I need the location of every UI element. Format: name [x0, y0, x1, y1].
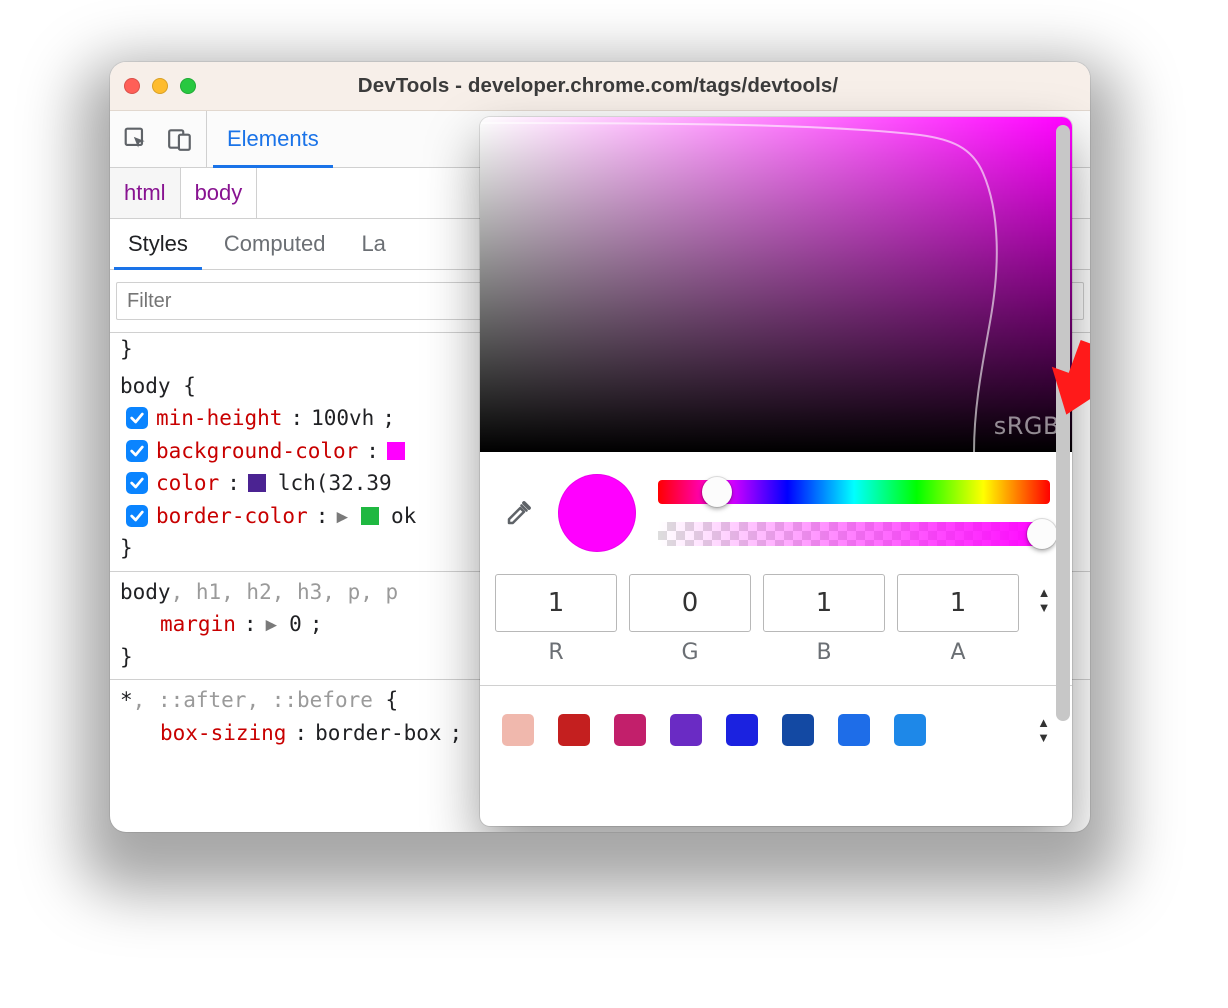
gamut-label: sRGB	[994, 412, 1060, 440]
property-name[interactable]: box-sizing	[160, 717, 286, 750]
titlebar: DevTools - developer.chrome.com/tags/dev…	[110, 62, 1090, 111]
breadcrumb-html[interactable]: html	[110, 168, 181, 218]
palette-swatch[interactable]	[838, 714, 870, 746]
property-name[interactable]: border-color	[156, 500, 308, 533]
device-toggle-icon[interactable]	[166, 125, 194, 153]
color-swatch[interactable]	[248, 474, 266, 492]
inspect-element-icon[interactable]	[122, 125, 150, 153]
property-value[interactable]: 100vh	[311, 402, 374, 435]
eyedropper-icon[interactable]	[502, 496, 536, 530]
palette-swatch[interactable]	[782, 714, 814, 746]
color-value-row: R G B A ▲▼	[480, 560, 1072, 665]
window: DevTools - developer.chrome.com/tags/dev…	[110, 62, 1090, 832]
color-b-label: B	[816, 640, 831, 665]
color-swatch[interactable]	[387, 442, 405, 460]
enable-checkbox[interactable]	[126, 407, 148, 429]
property-name[interactable]: margin	[160, 608, 236, 641]
enable-checkbox[interactable]	[126, 505, 148, 527]
color-r-input[interactable]	[495, 574, 617, 632]
tab-elements[interactable]: Elements	[207, 111, 339, 167]
property-name[interactable]: background-color	[156, 435, 358, 468]
color-a-label: A	[950, 640, 965, 665]
enable-checkbox[interactable]	[126, 472, 148, 494]
subtab-layout[interactable]: La	[343, 219, 403, 269]
property-value[interactable]: border-box	[315, 717, 441, 750]
property-name[interactable]: min-height	[156, 402, 282, 435]
color-swatch[interactable]	[361, 507, 379, 525]
property-value[interactable]: lch(32.39	[278, 467, 392, 500]
color-b-input[interactable]	[763, 574, 885, 632]
color-r-label: R	[548, 640, 563, 665]
picker-scrollbar[interactable]	[1056, 125, 1070, 818]
alpha-slider-knob[interactable]	[1027, 519, 1057, 549]
expand-triangle-icon[interactable]: ▶	[265, 610, 276, 639]
color-picker: sRGB R	[480, 117, 1072, 826]
palette-row: ▲▼	[480, 685, 1072, 746]
color-g-input[interactable]	[629, 574, 751, 632]
color-spectrum[interactable]: sRGB	[480, 117, 1072, 452]
palette-swatch[interactable]	[726, 714, 758, 746]
color-mode-switch[interactable]: ▲▼	[1034, 574, 1054, 614]
window-title: DevTools - developer.chrome.com/tags/dev…	[120, 74, 1076, 98]
color-g-label: G	[681, 640, 698, 665]
selected-color-swatch[interactable]	[558, 474, 636, 552]
hue-slider[interactable]	[658, 480, 1050, 504]
color-a-input[interactable]	[897, 574, 1019, 632]
palette-swatch[interactable]	[670, 714, 702, 746]
subtab-computed[interactable]: Computed	[206, 219, 344, 269]
enable-checkbox[interactable]	[126, 440, 148, 462]
palette-swatch[interactable]	[614, 714, 646, 746]
property-value[interactable]: ok	[391, 500, 416, 533]
palette-swatch[interactable]	[502, 714, 534, 746]
gamut-boundary-icon	[480, 117, 1072, 452]
hue-slider-knob[interactable]	[702, 477, 732, 507]
property-name[interactable]: color	[156, 467, 219, 500]
subtab-styles[interactable]: Styles	[110, 219, 206, 269]
palette-switch[interactable]: ▲▼	[1037, 716, 1050, 744]
property-value[interactable]: 0	[289, 608, 302, 641]
expand-triangle-icon[interactable]: ▶	[337, 501, 348, 530]
alpha-slider[interactable]	[658, 522, 1050, 546]
breadcrumb-body[interactable]: body	[181, 168, 258, 218]
palette-swatch[interactable]	[894, 714, 926, 746]
palette-swatch[interactable]	[558, 714, 590, 746]
